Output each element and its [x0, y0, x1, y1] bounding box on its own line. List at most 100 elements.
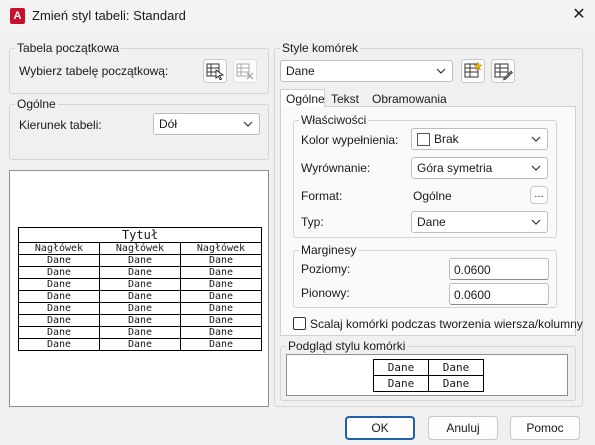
preview-cell: Dane [428, 359, 484, 376]
fill-color-value: Brak [434, 132, 459, 146]
preview-data-cell: Dane [18, 314, 100, 327]
preview-data-row: Dane Dane Dane [18, 338, 262, 351]
type-label: Typ: [301, 215, 324, 229]
cell-styles-group-title: Style komórek [280, 41, 361, 55]
preview-data-cell: Dane [180, 278, 262, 291]
preview-data-row: Dane Dane Dane [18, 266, 262, 279]
horizontal-margin-input[interactable]: 0.0600 [449, 258, 549, 280]
format-browse-button[interactable]: ... [530, 186, 548, 204]
select-table-button[interactable] [203, 59, 227, 83]
preview-data-row: Dane Dane Dane [18, 278, 262, 291]
type-select[interactable]: Dane [411, 211, 548, 233]
cell-style-preview: Dane Dane Dane Dane [286, 354, 568, 396]
preview-cell: Dane [373, 359, 429, 376]
alignment-label: Wyrównanie: [301, 161, 371, 175]
table-direction-label: Kierunek tabeli: [19, 118, 102, 132]
preview-header-cell: Nagłówek [180, 242, 262, 255]
preview-data-cell: Dane [99, 278, 181, 291]
chevron-down-icon [531, 165, 541, 171]
help-button[interactable]: Pomoc [510, 416, 580, 440]
starting-table-label: Wybierz tabelę początkową: [19, 64, 169, 78]
preview-data-cell: Dane [180, 314, 262, 327]
tab-general[interactable]: Ogólne [280, 89, 325, 107]
preview-data-cell: Dane [18, 326, 100, 339]
preview-data-cell: Dane [180, 326, 262, 339]
horizontal-margin-value: 0.0600 [454, 263, 491, 277]
fill-color-label: Kolor wypełnienia: [301, 133, 399, 147]
preview-data-cell: Dane [99, 290, 181, 303]
starting-table-group-title: Tabela początkowa [15, 41, 122, 55]
preview-data-cell: Dane [180, 338, 262, 351]
new-cell-style-icon [464, 61, 483, 78]
ok-button[interactable]: OK [345, 416, 415, 440]
preview-data-cell: Dane [180, 266, 262, 279]
tab-borders-label: Obramowania [372, 92, 447, 106]
type-value: Dane [417, 215, 446, 229]
preview-data-row: Dane Dane Dane [18, 314, 262, 327]
preview-data-cell: Dane [18, 290, 100, 303]
preview-header-cell: Nagłówek [99, 242, 181, 255]
cancel-button[interactable]: Anuluj [428, 416, 498, 440]
preview-data-row: Dane Dane Dane [18, 254, 262, 267]
preview-data-cell: Dane [99, 302, 181, 315]
vertical-margin-label: Pionowy: [301, 286, 350, 300]
app-icon: A [10, 8, 25, 24]
preview-header-cell: Nagłówek [18, 242, 100, 255]
preview-data-cell: Dane [99, 314, 181, 327]
preview-data-cell: Dane [99, 254, 181, 267]
cell-style-preview-table: Dane Dane Dane Dane [373, 359, 484, 392]
preview-data-row: Dane Dane Dane [18, 290, 262, 303]
alignment-select[interactable]: Góra symetria [411, 157, 548, 179]
tab-general-label: Ogólne [286, 92, 325, 106]
manage-cell-styles-icon [494, 63, 513, 81]
preview-data-cell: Dane [99, 338, 181, 351]
remove-table-icon [236, 63, 254, 80]
preview-cell: Dane [428, 375, 484, 392]
preview-data-cell: Dane [180, 302, 262, 315]
window-title: Zmień styl tabeli: Standard [32, 8, 186, 23]
preview-title-cell: Tytuł [18, 227, 262, 243]
preview-data-cell: Dane [18, 254, 100, 267]
preview-data-cell: Dane [99, 266, 181, 279]
preview-data-cell: Dane [18, 266, 100, 279]
chevron-down-icon [243, 121, 253, 127]
chevron-down-icon [531, 136, 541, 142]
preview-data-row: Dane Dane Dane [18, 302, 262, 315]
preview-data-cell: Dane [99, 326, 181, 339]
format-label: Format: [301, 189, 343, 203]
table-preview: Tytuł Nagłówek Nagłówek Nagłówek Dane Dane Dan… [9, 170, 269, 407]
manage-cell-styles-button[interactable] [491, 59, 515, 83]
preview-data-cell: Dane [180, 290, 262, 303]
preview-data-cell: Dane [18, 338, 100, 351]
vertical-margin-input[interactable]: 0.0600 [449, 283, 549, 305]
horizontal-margin-label: Poziomy: [301, 262, 351, 276]
new-cell-style-button[interactable] [461, 59, 485, 83]
select-table-icon [206, 63, 225, 81]
cell-style-select[interactable]: Dane [280, 60, 453, 82]
tab-text[interactable]: Tekst [331, 92, 359, 106]
preview-data-row: Dane Dane Dane [18, 326, 262, 339]
remove-table-button[interactable] [233, 59, 257, 83]
vertical-margin-value: 0.0600 [454, 288, 491, 302]
merge-cells-label[interactable]: Scalaj komórki podczas tworzenia wiersza… [310, 317, 583, 331]
margins-group-title: Marginesy [299, 243, 359, 257]
preview-data-cell: Dane [18, 278, 100, 291]
merge-cells-checkbox[interactable] [293, 317, 306, 330]
format-value: Ogólne [413, 189, 452, 203]
tab-borders[interactable]: Obramowania [372, 92, 447, 106]
chevron-down-icon [436, 68, 446, 74]
table-direction-select[interactable]: Dół [153, 113, 260, 135]
cell-style-value: Dane [286, 64, 315, 78]
fill-color-swatch [417, 133, 430, 146]
cell-style-preview-title: Podgląd stylu komórki [286, 339, 408, 353]
tab-text-label: Tekst [331, 92, 360, 106]
close-icon[interactable]: ✕ [568, 4, 590, 26]
preview-data-cell: Dane [180, 254, 262, 267]
fill-color-select[interactable]: Brak [411, 128, 548, 150]
table-direction-value: Dół [159, 117, 178, 131]
properties-group-title: Właściwości [299, 113, 369, 127]
general-group-title: Ogólne [15, 97, 58, 111]
alignment-value: Góra symetria [417, 161, 493, 175]
preview-cell: Dane [373, 375, 429, 392]
chevron-down-icon [531, 219, 541, 225]
